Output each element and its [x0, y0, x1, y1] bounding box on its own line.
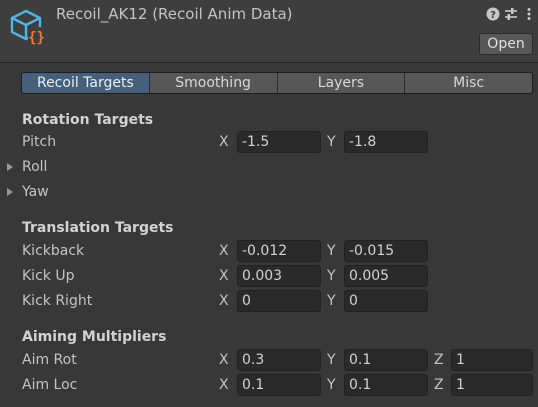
kick-up-y-field[interactable]: 0.005 [344, 265, 428, 287]
pitch-y-field[interactable]: -1.8 [344, 131, 428, 153]
aim-loc-z-field[interactable]: 1 [451, 374, 533, 396]
roll-foldout[interactable]: Roll [7, 159, 47, 175]
kickback-label: Kickback [22, 243, 85, 259]
kick-up-y-label: Y [327, 268, 336, 284]
svg-text:?: ? [490, 10, 496, 21]
aim-rot-y-field[interactable]: 0.1 [344, 349, 428, 371]
pitch-x-field[interactable]: -1.5 [237, 131, 321, 153]
kick-up-x-label: X [219, 268, 229, 284]
tab-recoil-targets[interactable]: Recoil Targets [22, 73, 150, 93]
translation-targets-header: Translation Targets [22, 220, 174, 236]
more-options-icon[interactable] [521, 6, 537, 22]
aim-loc-y-label: Y [327, 377, 336, 393]
kickback-y-label: Y [327, 243, 336, 259]
expand-arrow-icon [7, 163, 13, 171]
aim-rot-x-field[interactable]: 0.3 [237, 349, 321, 371]
pitch-y-label: Y [327, 134, 336, 150]
tab-layers[interactable]: Layers [277, 73, 406, 93]
kickback-y-field[interactable]: -0.015 [344, 240, 428, 262]
inspector-header: {} Recoil_AK12 (Recoil Anim Data) ? Open [0, 0, 538, 62]
kick-right-y-label: Y [327, 293, 336, 309]
aiming-multipliers-header: Aiming Multipliers [22, 329, 167, 345]
kick-up-label: Kick Up [22, 268, 75, 284]
kickback-x-field[interactable]: -0.012 [237, 240, 321, 262]
kick-up-x-field[interactable]: 0.003 [237, 265, 321, 287]
yaw-foldout[interactable]: Yaw [7, 184, 49, 200]
rotation-targets-header: Rotation Targets [22, 112, 154, 128]
aim-rot-z-label: Z [434, 352, 444, 368]
aim-rot-y-label: Y [327, 352, 336, 368]
svg-text:{}: {} [28, 30, 45, 46]
pitch-x-label: X [219, 134, 229, 150]
aim-rot-z-field[interactable]: 1 [451, 349, 533, 371]
aim-loc-label: Aim Loc [22, 377, 78, 393]
kick-right-y-field[interactable]: 0 [344, 290, 428, 312]
preset-sliders-icon[interactable] [503, 6, 519, 22]
kickback-x-label: X [219, 243, 229, 259]
help-icon[interactable]: ? [485, 6, 501, 22]
aim-loc-z-label: Z [434, 377, 444, 393]
aim-loc-y-field[interactable]: 0.1 [344, 374, 428, 396]
header-divider [0, 62, 538, 63]
open-button[interactable]: Open [479, 33, 533, 55]
tab-misc[interactable]: Misc [405, 73, 532, 93]
kick-right-x-label: X [219, 293, 229, 309]
yaw-label: Yaw [22, 184, 49, 200]
scriptable-object-icon: {} [10, 9, 45, 46]
pitch-label: Pitch [22, 134, 57, 150]
kick-right-x-field[interactable]: 0 [237, 290, 321, 312]
expand-arrow-icon [7, 188, 13, 196]
aim-loc-x-label: X [219, 377, 229, 393]
kick-right-label: Kick Right [22, 293, 93, 309]
aim-rot-x-label: X [219, 352, 229, 368]
aim-loc-x-field[interactable]: 0.1 [237, 374, 321, 396]
tab-bar: Recoil Targets Smoothing Layers Misc [21, 72, 533, 94]
roll-label: Roll [22, 159, 48, 175]
tab-smoothing[interactable]: Smoothing [149, 73, 278, 93]
aim-rot-label: Aim Rot [22, 352, 77, 368]
asset-title: Recoil_AK12 (Recoil Anim Data) [56, 5, 293, 23]
